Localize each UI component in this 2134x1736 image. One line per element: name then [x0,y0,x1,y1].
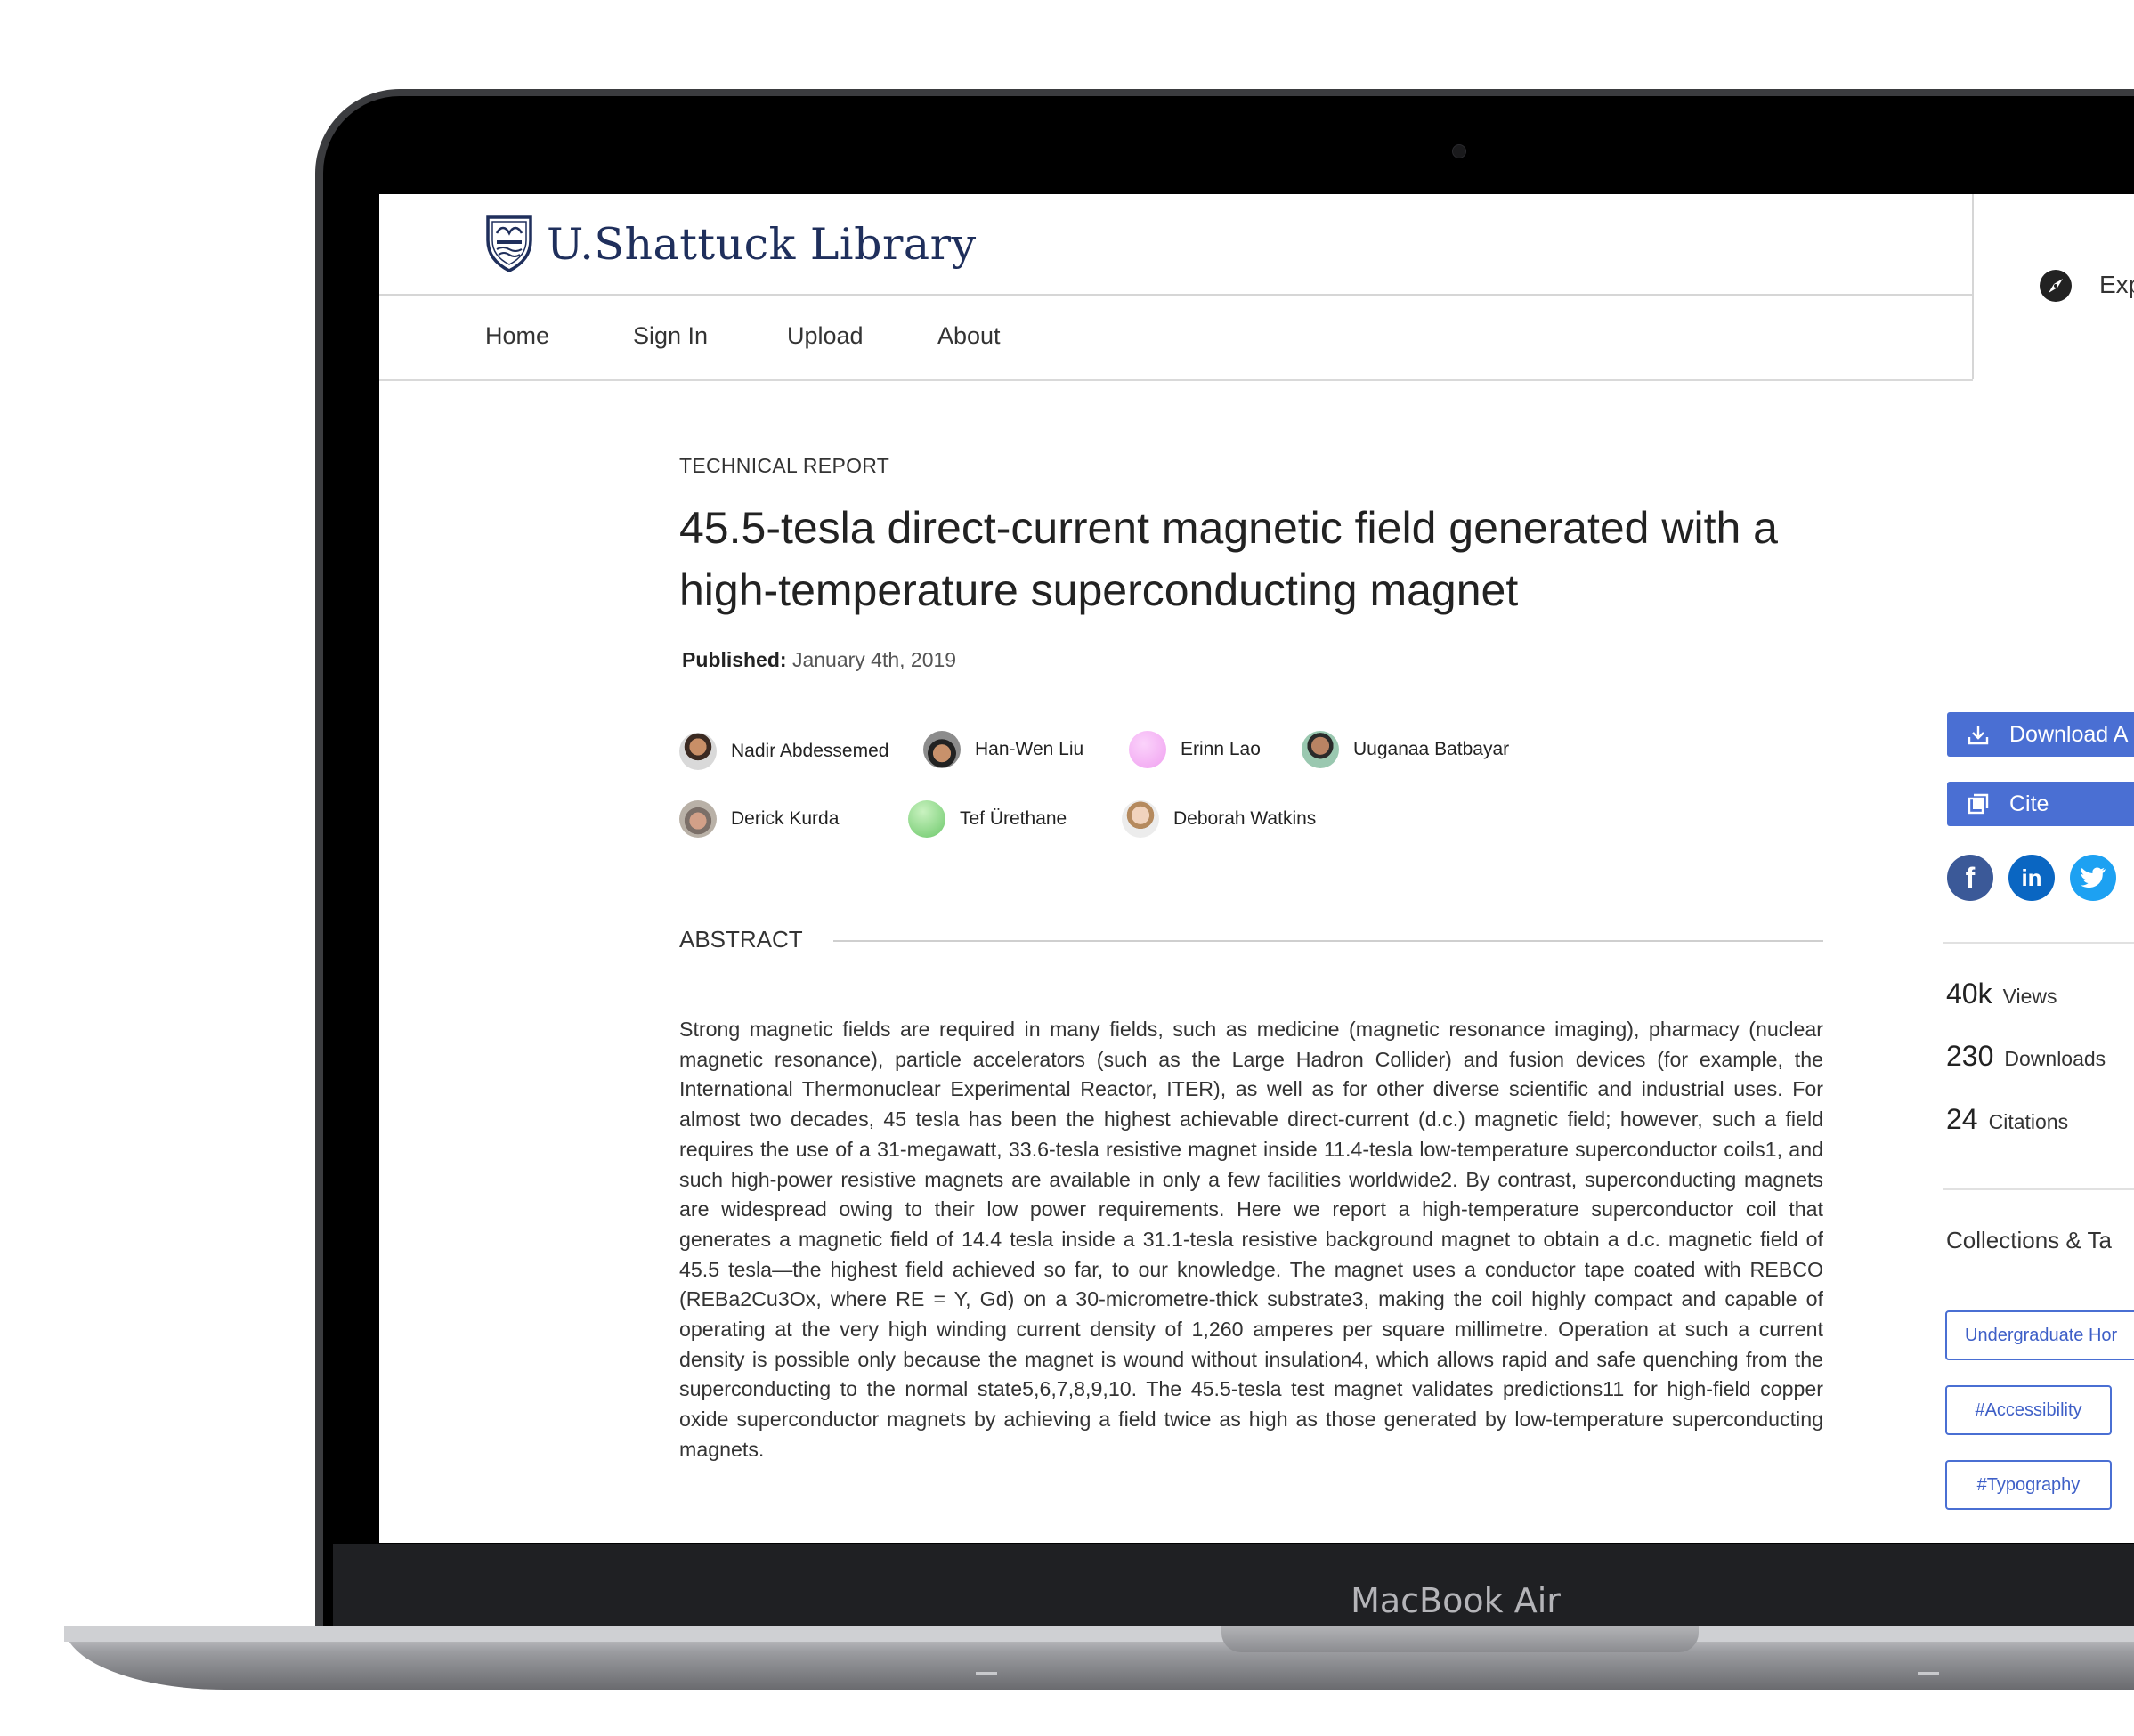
laptop-base-edge [64,1626,2134,1642]
author-name: Erinn Lao [1181,739,1261,759]
cite-label: Cite [2009,791,2049,816]
author-name: Uuganaa Batbayar [1353,739,1510,759]
header-vertical-divider [1972,194,1974,379]
logo-text[interactable]: U.Shattuck Library [547,219,977,270]
sidebar-divider [1943,1188,2134,1190]
published-value: January 4th, 2019 [791,648,957,671]
camera-icon [1452,144,1466,158]
stat-value: 230 [1946,1040,1994,1072]
avatar [1129,731,1166,768]
shield-logo-icon[interactable] [484,214,534,272]
author-name: Deborah Watkins [1173,808,1317,829]
stat-value: 24 [1946,1103,1978,1135]
published-label: Published: [682,648,787,671]
author-item[interactable]: Derick Kurda [679,799,839,839]
author-name: Derick Kurda [731,808,840,829]
device-brand-label: MacBook Air [1351,1581,1561,1620]
author-item[interactable]: Han-Wen Liu [923,730,1083,769]
stat-label: Downloads [2004,1047,2106,1070]
author-item[interactable]: Erinn Lao [1129,730,1261,769]
abstract-heading: ABSTRACT [679,926,803,953]
author-item[interactable]: Uuganaa Batbayar [1302,730,1509,769]
copy-icon [1968,793,1989,815]
tag-accessibility[interactable]: #Accessibility [1945,1385,2112,1435]
avatar [679,733,717,770]
browser-screen: U.Shattuck Library Home Sign In Upload A… [379,194,2134,1543]
facebook-icon[interactable]: f [1947,855,1993,901]
author-name: Tef Ürethane [960,808,1067,829]
nav-upload[interactable]: Upload [787,322,864,350]
avatar [908,800,945,838]
abstract-divider [833,940,1823,942]
nav-home[interactable]: Home [485,322,549,350]
download-icon [1968,726,1989,745]
nav-about[interactable]: About [937,322,1001,350]
author-name: Nadir Abdessemed [731,741,889,761]
twitter-bird-glyph [2081,867,2106,888]
laptop-foot [1918,1672,1939,1675]
download-label: Download A [2009,721,2129,747]
avatar [1122,800,1159,838]
author-item[interactable]: Tef Ürethane [908,799,1067,839]
header-divider [379,294,1973,296]
author-item[interactable]: Deborah Watkins [1122,799,1316,839]
tag-undergraduate[interactable]: Undergraduate Hor [1945,1310,2134,1360]
author-name: Han-Wen Liu [975,739,1084,759]
abstract-text: Strong magnetic fields are required in m… [679,1018,1823,1461]
laptop-chin [333,1544,2134,1627]
citations-stat: 24 Citations [1946,1103,2068,1136]
avatar [923,731,961,768]
stat-label: Citations [1988,1110,2069,1133]
twitter-icon[interactable] [2070,855,2116,901]
avatar [1302,731,1339,768]
linkedin-icon[interactable]: in [2008,855,2055,901]
cite-button[interactable]: Cite [1947,782,2134,826]
laptop-notch [1221,1626,1699,1652]
explore-link[interactable]: Exp [2099,271,2134,299]
report-type-label: TECHNICAL REPORT [679,454,890,477]
collections-heading: Collections & Ta [1946,1227,2112,1253]
author-item[interactable]: Nadir Abdessemed [679,732,888,771]
page-title: 45.5-tesla direct-current magnetic field… [679,503,1778,615]
tag-typography[interactable]: #Typography [1945,1460,2112,1510]
nav-sign-in[interactable]: Sign In [633,322,708,350]
downloads-stat: 230 Downloads [1946,1040,2106,1073]
stat-value: 40k [1946,978,1992,1010]
stat-label: Views [2002,985,2057,1008]
sidebar-divider [1943,942,2134,944]
download-button[interactable]: Download A [1947,712,2134,757]
views-stat: 40k Views [1946,978,2057,1010]
compass-icon[interactable] [2039,269,2073,303]
avatar [679,800,717,838]
laptop-foot [976,1672,997,1675]
published-date: Published: January 4th, 2019 [682,648,956,672]
